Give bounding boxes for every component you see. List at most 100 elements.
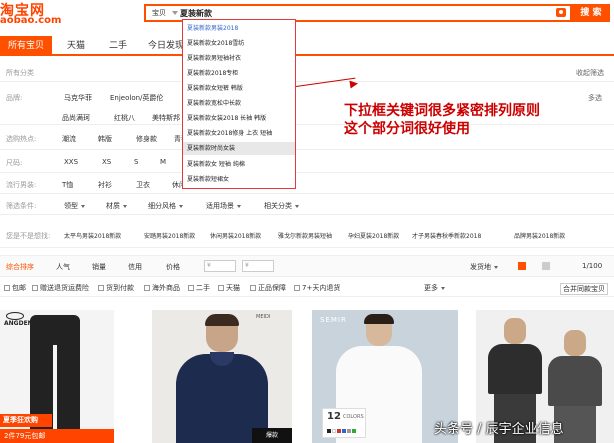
suggestion-item[interactable]: 夏装新款女2018雪纺 — [187, 38, 244, 47]
suggestion-item[interactable]: 夏装新款男装2018 — [187, 23, 238, 32]
search-type-label: 宝贝 — [152, 9, 166, 17]
sort-sales[interactable]: 销量 — [92, 262, 106, 272]
suggestion-item[interactable]: 夏装新款女装2018 长袖 韩版 — [187, 113, 266, 122]
size-item[interactable]: XXS — [64, 158, 78, 166]
size-item[interactable]: XS — [102, 158, 111, 166]
tab-secondhand[interactable]: 二手 — [100, 36, 136, 56]
condition-dropdown-label: 领型 — [64, 202, 78, 210]
ship-from-dropdown[interactable]: 发货地 — [470, 262, 498, 272]
list-view-icon[interactable] — [542, 262, 550, 270]
suggestion-item[interactable]: 夏装新款男短袖衬衣 — [187, 53, 241, 62]
collapse-filters[interactable]: 收起筛选 — [576, 68, 604, 78]
brand-label: 品牌: — [6, 94, 23, 102]
size-row: 尺码: XXS XS S M — [0, 151, 614, 173]
suggestion-item[interactable]: 夏装新款2018专柜 — [187, 68, 238, 77]
related-search-link[interactable]: 太平鸟男装2018新款 — [64, 231, 121, 240]
brand-item[interactable]: 红桃八 — [114, 113, 135, 123]
checkbox-label: 二手 — [196, 284, 210, 292]
sort-price[interactable]: 价格 — [166, 262, 180, 272]
suggestion-item-highlighted[interactable]: 夏装新款时尚女装 — [183, 142, 295, 155]
checkbox-label: 海外商品 — [152, 284, 180, 292]
tab-bar: 所有宝贝 天猫 二手 今日发现 — [0, 36, 614, 56]
chevron-down-icon — [441, 286, 445, 290]
checkbox-icon — [4, 285, 10, 291]
hot-label: 选购热点: — [6, 135, 37, 143]
suggestion-item[interactable]: 夏装新款女2018修身 上衣 短袖 — [187, 128, 272, 137]
brand-multi-select[interactable]: 多选 — [588, 93, 602, 103]
suggestion-item[interactable]: 夏装新款宽松中长款 — [187, 98, 241, 107]
sort-bar: 综合排序 人气 销量 信用 价格 ¥ ¥ 发货地 1/100 — [0, 255, 614, 277]
search-input[interactable] — [180, 7, 520, 19]
sort-popularity[interactable]: 人气 — [56, 262, 70, 272]
hot-item[interactable]: 潮流 — [62, 134, 76, 144]
related-search-link[interactable]: 安踏男装2018新款 — [144, 231, 195, 240]
product-card[interactable]: ANGDENG 夏季狂欢购 2件79元包邮 — [0, 310, 114, 443]
size-item[interactable]: M — [160, 158, 166, 166]
grid-view-icon[interactable] — [518, 262, 526, 270]
checkbox-cod[interactable]: 货到付款 — [98, 283, 134, 293]
condition-dropdown[interactable]: 领型 — [64, 201, 85, 211]
all-categories[interactable]: 所有分类 — [6, 68, 34, 78]
annotation-line: 下拉框关键词很多紧密排列原则 — [344, 103, 540, 119]
logo-sub-text: aobao.com — [0, 15, 62, 26]
sort-default[interactable]: 综合排序 — [6, 262, 34, 272]
more-filters-label: 更多 — [424, 284, 438, 292]
related-search-link[interactable]: 休闲男装2018新款 — [210, 231, 261, 240]
condition-dropdown-label: 相关分类 — [264, 202, 292, 210]
search-button[interactable]: 搜 索 — [572, 4, 610, 22]
suggestion-item[interactable]: 夏装新款短裙女 — [187, 174, 229, 183]
price-min-input[interactable]: ¥ — [204, 260, 236, 272]
price-max-input[interactable]: ¥ — [242, 260, 274, 272]
checkbox-label: 天猫 — [226, 284, 240, 292]
chevron-down-icon — [237, 204, 241, 208]
brand-item[interactable]: 品尚满珂 — [62, 113, 90, 123]
checkbox-genuine[interactable]: 正品保障 — [250, 283, 286, 293]
checkbox-return-insurance[interactable]: 赠送退货运费险 — [32, 283, 89, 293]
checkbox-label: 正品保障 — [258, 284, 286, 292]
tab-tmall[interactable]: 天猫 — [56, 36, 96, 56]
camera-icon[interactable] — [556, 8, 566, 17]
suggestion-item[interactable]: 夏装新款女 短袖 纯棉 — [187, 159, 245, 168]
hot-item[interactable]: 修身款 — [136, 134, 157, 144]
checkbox-7day-return[interactable]: 7+天内退货 — [294, 283, 340, 293]
annotation-text: 下拉框关键词很多紧密排列原则 这个部分词很好使用 — [344, 102, 540, 138]
related-search-link[interactable]: 品牌男装2018新款 — [514, 231, 565, 240]
more-filters[interactable]: 更多 — [424, 283, 445, 293]
hot-item[interactable]: 韩版 — [98, 134, 112, 144]
checkbox-label: 赠送退货运费险 — [40, 284, 89, 292]
brand-item[interactable]: Enjeolon/英爵伦 — [110, 93, 163, 103]
suggestion-item[interactable]: 夏装新款女短裤 韩版 — [187, 83, 243, 92]
brand-item[interactable]: 马克华菲 — [64, 93, 92, 103]
condition-row: 筛选条件: 领型 材质 细分风格 适用场景 相关分类 — [0, 195, 614, 215]
style-item[interactable]: T恤 — [62, 180, 73, 190]
checkbox-icon — [250, 285, 256, 291]
checkbox-overseas[interactable]: 海外商品 — [144, 283, 180, 293]
chevron-down-icon — [295, 204, 299, 208]
checkbox-tmall[interactable]: 天猫 — [218, 283, 240, 293]
related-search-link[interactable]: 孕妇夏装2018新款 — [348, 231, 399, 240]
category-row: 所有分类 收起筛选 — [0, 62, 614, 82]
related-search-link[interactable]: 雅戈尔新款男装短袖 — [278, 231, 332, 240]
condition-dropdown[interactable]: 相关分类 — [264, 201, 299, 211]
related-search-link[interactable]: 才子男装春秋季新款2018 — [412, 231, 481, 240]
style-item[interactable]: 卫衣 — [136, 180, 150, 190]
condition-dropdown[interactable]: 细分风格 — [148, 201, 183, 211]
sort-credit[interactable]: 信用 — [128, 262, 142, 272]
taobao-logo[interactable]: 淘宝网 aobao.com — [0, 0, 62, 28]
promo-badge: 爆款 — [252, 428, 292, 443]
condition-dropdown[interactable]: 适用场景 — [206, 201, 241, 211]
size-item[interactable]: S — [134, 158, 138, 166]
search-type-select[interactable]: 宝贝 — [146, 6, 180, 20]
chevron-down-icon — [81, 204, 85, 208]
product-card[interactable]: MEIDI 爆款 — [152, 310, 292, 443]
condition-label: 筛选条件: — [6, 202, 37, 210]
brand-logo-icon — [6, 312, 24, 320]
tab-all[interactable]: 所有宝贝 — [0, 36, 52, 56]
brand-item[interactable]: 美特斯邦 — [152, 113, 180, 123]
checkbox-secondhand[interactable]: 二手 — [188, 283, 210, 293]
checkbox-free-shipping[interactable]: 包邮 — [4, 283, 26, 293]
merge-same-button[interactable]: 合并同款宝贝 — [560, 283, 608, 295]
arrow-right-icon — [349, 79, 359, 89]
style-item[interactable]: 衬衫 — [98, 180, 112, 190]
condition-dropdown[interactable]: 材质 — [106, 201, 127, 211]
